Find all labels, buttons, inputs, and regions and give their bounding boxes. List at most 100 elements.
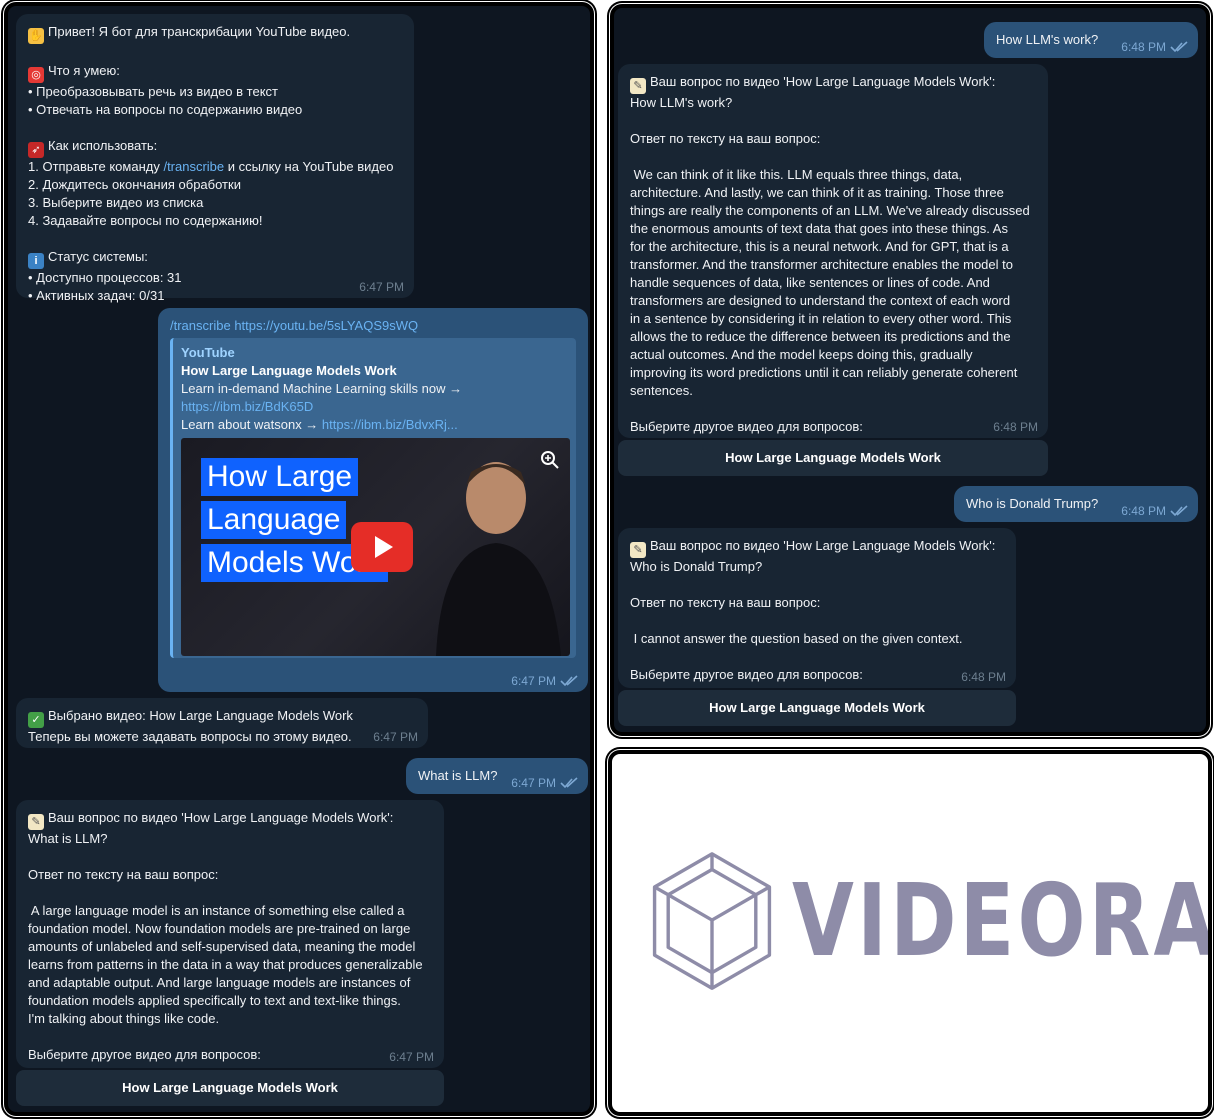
question-message: How LLM's work? 6:48 PM	[984, 22, 1198, 58]
answer-question: Who is Donald Trump?	[630, 559, 763, 574]
usage-step-1-tail: и ссылку на YouTube видео	[224, 159, 394, 174]
answer-text-line: the enormous amounts of text data that g…	[630, 221, 1008, 236]
zoom-icon[interactable]	[540, 450, 560, 470]
answer-text-line: foundation model. Now foundation models …	[28, 921, 411, 936]
usage-step-4: 4. Задавайте вопросы по содержанию!	[28, 213, 263, 228]
transcribe-command-link[interactable]: /transcribe	[170, 318, 231, 333]
features-heading: Что я умею:	[48, 63, 120, 78]
answer-message: ✎ Ваш вопрос по видео 'How Large Language…	[618, 64, 1048, 438]
message-time: 6:48 PM	[961, 670, 1006, 684]
selected-video-text: Выбрано видео: How Large Language Models…	[48, 708, 353, 723]
answer-label: Ответ по тексту на ваш вопрос:	[28, 867, 219, 882]
double-check-icon	[560, 675, 578, 687]
video-select-button[interactable]: How Large Language Models Work	[618, 690, 1016, 726]
memo-emoji-icon: ✎	[28, 814, 44, 830]
logo-panel: VIDEORAG	[608, 750, 1212, 1116]
answer-text-line: in a sentence by considering it in relat…	[630, 311, 1012, 326]
answer-text-line: handle sequences of data, like sentences…	[630, 275, 990, 290]
check-emoji-icon: ✓	[28, 712, 44, 728]
feature-item: • Отвечать на вопросы по содержанию виде…	[28, 102, 303, 117]
answer-question: How LLM's work?	[630, 95, 733, 110]
message-time: 6:47 PM	[511, 776, 556, 790]
usage-step-3: 3. Выберите видео из списка	[28, 195, 204, 210]
answer-text-line: things are really the components of an L…	[630, 203, 1030, 218]
answer-text-line: transformers are designed to understand …	[630, 293, 1011, 308]
link-message: /transcribe https://youtu.be/5sLYAQS9sWQ…	[158, 308, 588, 692]
thumbnail-line: Language	[201, 501, 347, 539]
answer-text-line: sentences.	[630, 383, 693, 398]
answer-label: Ответ по тексту на ваш вопрос:	[630, 131, 821, 146]
answer-text-line: transformer. And the transformer archite…	[630, 257, 1013, 272]
answer-header: Ваш вопрос по видео 'How Large Language …	[650, 538, 996, 553]
status-heading: Статус системы:	[48, 249, 148, 264]
answer-text-line: allows the to reduce the difference betw…	[630, 329, 1011, 344]
play-icon[interactable]	[351, 522, 413, 572]
answer-text-line: learns from patterns in the data in a wa…	[28, 957, 423, 972]
rocket-emoji-icon: ➶	[28, 142, 44, 158]
message-time: 6:47 PM	[373, 730, 418, 744]
video-select-button[interactable]: How Large Language Models Work	[618, 440, 1048, 476]
message-time: 6:48 PM	[1121, 40, 1166, 54]
status-tasks: • Активных задач: 0/31	[28, 288, 165, 303]
welcome-line: Привет! Я бот для транскрибации YouTube …	[48, 24, 351, 39]
cube-logo-icon	[652, 852, 772, 990]
status-processes: • Доступно процессов: 31	[28, 270, 182, 285]
preview-description: Learn in-demand Machine Learning skills …	[181, 381, 463, 396]
answer-text-line: amounts of unlabeled and self-supervised…	[28, 939, 416, 954]
info-emoji-icon: i	[28, 253, 44, 269]
youtube-url-link[interactable]: https://youtu.be/5sLYAQS9sWQ	[234, 318, 418, 333]
chat-panel-right: How LLM's work? 6:48 PM ✎ Ваш вопрос по в…	[610, 4, 1210, 736]
answer-header: Ваш вопрос по видео 'How Large Language …	[48, 810, 394, 825]
preview-site-name: YouTube	[181, 345, 235, 360]
double-check-icon	[560, 777, 578, 789]
selected-video-message: ✓ Выбрано видео: How Large Language Model…	[16, 698, 428, 748]
choose-video-prompt: Выберите другое видео для вопросов:	[630, 667, 863, 682]
video-thumbnail[interactable]: How Large Language Models Work	[181, 438, 570, 656]
answer-header: Ваш вопрос по видео 'How Large Language …	[650, 74, 996, 89]
message-time: 6:47 PM	[389, 1050, 434, 1064]
preview-description-2: Learn about watsonx →	[181, 417, 322, 432]
link-preview[interactable]: YouTube How Large Language Models Work L…	[170, 338, 576, 658]
feature-item: • Преобразовывать речь из видео в текст	[28, 84, 278, 99]
answer-text-line: improving its word predictions until it …	[630, 365, 1018, 380]
chat-panel-left: ✋ Привет! Я бот для транскрибации YouTube…	[4, 2, 594, 1116]
message-time: 6:47 PM	[359, 280, 404, 294]
preview-link-1[interactable]: https://ibm.biz/BdK65D	[181, 398, 568, 416]
answer-text-line: I cannot answer the question based on th…	[630, 631, 963, 646]
message-time: 6:48 PM	[1121, 504, 1166, 518]
answer-text-line: We can think of it like this. LLM equals…	[630, 167, 963, 182]
answer-text-line: actual outcomes. And the model keeps doi…	[630, 347, 973, 362]
answer-text-line: A large language model is an instance of…	[28, 903, 405, 918]
answer-message: ✎ Ваш вопрос по видео 'How Large Language…	[618, 528, 1016, 688]
usage-step-2: 2. Дождитесь окончания обработки	[28, 177, 241, 192]
answer-text-line: and adaptable output. And large language…	[28, 975, 411, 990]
logo-wordmark: VIDEORAG	[792, 862, 1208, 979]
double-check-icon	[1170, 41, 1188, 53]
message-time: 6:47 PM	[511, 674, 556, 688]
answer-text-line: for the architecture, this is a neural n…	[630, 239, 1009, 254]
answer-message: ✎ Ваш вопрос по видео 'How Large Language…	[16, 800, 444, 1068]
choose-video-prompt: Выберите другое видео для вопросов:	[28, 1047, 261, 1062]
choose-video-prompt: Выберите другое видео для вопросов:	[630, 419, 863, 434]
video-select-button[interactable]: How Large Language Models Work	[16, 1070, 444, 1106]
answer-label: Ответ по тексту на ваш вопрос:	[630, 595, 821, 610]
message-time: 6:48 PM	[993, 420, 1038, 434]
memo-emoji-icon: ✎	[630, 78, 646, 94]
presenter-illustration	[436, 462, 561, 656]
preview-link-2[interactable]: https://ibm.biz/BdvxRj...	[322, 417, 458, 432]
transcribe-command-link[interactable]: /transcribe	[163, 159, 224, 174]
welcome-message: ✋ Привет! Я бот для транскрибации YouTube…	[16, 14, 414, 303]
answer-text-line: architecture. And lastly, we can think o…	[630, 185, 1004, 200]
